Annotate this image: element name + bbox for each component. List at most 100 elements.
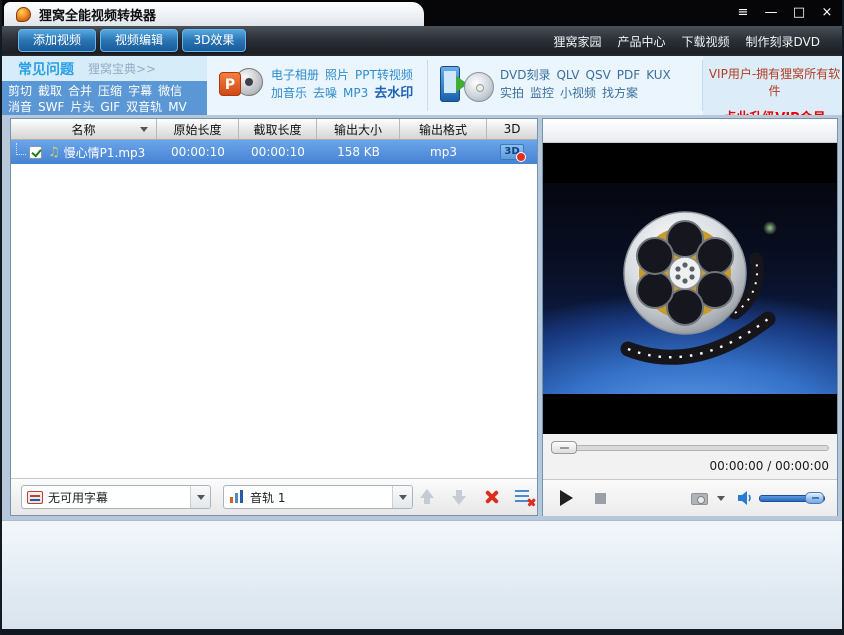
audio-track-select[interactable]: 音轨 1 [223, 485, 413, 509]
banner-link[interactable]: MP3 [343, 86, 368, 100]
preview-panel: 00:00:00 / 00:00:00 [542, 118, 838, 516]
faq-link[interactable]: 压缩 [98, 84, 122, 98]
col-3d[interactable]: 3D [487, 119, 537, 139]
col-trim-length[interactable]: 截取长度 [239, 119, 317, 139]
original-length-value: 00:00:10 [171, 145, 225, 159]
3d-disabled-icon[interactable]: 3D [500, 144, 526, 162]
table-row[interactable]: ♫ 慢心情P1.mp3 00:00:10 00:00:10 158 KB mp3… [11, 140, 537, 164]
banner-link[interactable]: 实拍 [500, 86, 524, 100]
faq-link[interactable]: 片头 [70, 100, 94, 114]
banner-link[interactable]: 照片 [325, 68, 349, 82]
vip-text: VIP用户-拥有狸窝所有软件 [708, 67, 841, 98]
promo-banner: 常见问题 狸窝宝典>> 剪切 截取 合并 压缩 字幕 微信 消音 SWF 片头 GIF 双音轨 MV… [2, 56, 842, 126]
output-format-value: mp3 [430, 145, 457, 159]
menu-link-products[interactable]: 产品中心 [617, 33, 665, 50]
subtitle-select[interactable]: 无可用字幕 [21, 485, 211, 509]
title-bar: 狸窝全能视频转换器 ≡ — □ × [2, 0, 842, 26]
banner-link[interactable]: KUX [646, 68, 671, 82]
faq-link[interactable]: MV [168, 100, 187, 114]
banner-link[interactable]: 监控 [530, 86, 554, 100]
tree-branch-icon [16, 143, 26, 155]
output-size-value: 158 KB [337, 145, 380, 159]
snapshot-dropdown-icon[interactable] [717, 496, 725, 501]
volume-icon[interactable] [737, 490, 755, 506]
video-edit-button[interactable]: 视频编辑 [100, 29, 178, 52]
delete-button[interactable] [483, 488, 501, 506]
close-button[interactable]: × [818, 4, 836, 21]
preview-top-bar [543, 119, 837, 143]
app-icon [16, 6, 31, 22]
file-list-panel: 名称 原始长度 截取长度 输出大小 输出格式 3D ♫ 慢心情P1.mp3 00… [10, 118, 538, 516]
faq-link[interactable]: 消音 [8, 100, 32, 114]
music-note-icon: ♫ [48, 144, 60, 160]
dvd-tools-section: DVD刻录 QLV QSV PDF KUX 实拍 监控 小视频 找方案 [428, 56, 702, 115]
banner-link[interactable]: QSV [586, 68, 611, 82]
preview-placeholder [543, 183, 837, 394]
3d-effect-button[interactable]: 3D效果 [182, 29, 246, 52]
volume-handle[interactable] [805, 492, 824, 504]
minimize-button[interactable]: — [762, 4, 780, 21]
faq-link[interactable]: 截取 [38, 84, 62, 98]
faq-link[interactable]: 双音轨 [126, 100, 162, 114]
file-name: 慢心情P1.mp3 [63, 145, 146, 160]
faq-more-link[interactable]: 狸窝宝典>> [88, 60, 156, 77]
stop-button[interactable] [595, 493, 606, 504]
menu-link-home[interactable]: 狸窝家园 [553, 33, 601, 50]
seek-slider[interactable] [552, 445, 829, 451]
table-header: 名称 原始长度 截取长度 输出大小 输出格式 3D [11, 119, 537, 140]
banner-link[interactable]: 去噪 [313, 86, 337, 100]
seek-handle[interactable] [551, 441, 577, 454]
window-bottom-border [2, 629, 842, 635]
trim-length-value: 00:00:10 [251, 145, 305, 159]
play-button[interactable] [560, 490, 573, 506]
clear-list-button[interactable] [515, 488, 535, 506]
faq-link[interactable]: 合并 [68, 84, 92, 98]
banner-link[interactable]: PPT转视频 [355, 68, 413, 82]
time-display: 00:00:00 / 00:00:00 [709, 459, 829, 473]
banner-link[interactable]: 加音乐 [271, 86, 307, 100]
banner-link[interactable]: DVD刻录 [500, 68, 550, 82]
move-up-button[interactable] [417, 487, 437, 507]
subtitle-icon [27, 490, 43, 504]
move-down-button[interactable] [449, 487, 469, 507]
menu-link-burn-dvd[interactable]: 制作刻录DVD [746, 33, 820, 50]
ppt-tools-section: P 电子相册 照片 PPT转视频 加音乐 去噪 MP3 去水印 [207, 56, 427, 115]
faq-link[interactable]: 剪切 [8, 84, 32, 98]
col-output-size[interactable]: 输出大小 [317, 119, 400, 139]
window-title: 狸窝全能视频转换器 [39, 8, 157, 24]
add-video-button[interactable]: 添加视频 [18, 29, 96, 52]
faq-link[interactable]: SWF [38, 100, 64, 114]
seek-zone: 00:00:00 / 00:00:00 [543, 434, 837, 479]
playback-controls [543, 479, 837, 516]
list-control-strip: 无可用字幕 音轨 1 [11, 478, 537, 515]
watermark-remove-link[interactable]: 去水印 [374, 86, 413, 101]
audio-track-dropdown-button[interactable] [392, 486, 412, 508]
banner-link[interactable]: PDF [617, 68, 640, 82]
audio-track-icon [229, 490, 245, 504]
banner-link[interactable]: 找方案 [602, 86, 638, 100]
col-original-length[interactable]: 原始长度 [157, 119, 239, 139]
banner-link[interactable]: QLV [556, 68, 579, 82]
col-output-format[interactable]: 输出格式 [400, 119, 487, 139]
snapshot-icon[interactable] [691, 493, 708, 505]
vip-section: VIP用户-拥有狸窝所有软件 点此升级VIP会员 [703, 56, 842, 126]
banner-link[interactable]: 电子相册 [271, 68, 319, 82]
dvd-converter-icon [440, 64, 494, 108]
banner-link[interactable]: 小视频 [560, 86, 596, 100]
title-tab: 狸窝全能视频转换器 [4, 2, 424, 26]
faq-link[interactable]: 微信 [158, 84, 182, 98]
maximize-button[interactable]: □ [790, 4, 808, 21]
faq-section: 常见问题 狸窝宝典>> 剪切 截取 合并 压缩 字幕 微信 消音 SWF 片头 GIF 双音轨 MV [2, 56, 207, 115]
window-menu-icon[interactable]: ≡ [734, 4, 752, 21]
col-name[interactable]: 名称 [11, 119, 157, 139]
settings-panel: 预置方案: ♪ MP3-MPEG Layer-3 Audio (*.mp3) 应… [2, 520, 842, 629]
ppt-converter-icon: P [219, 66, 265, 104]
film-reel-icon [620, 211, 776, 365]
sort-arrow-icon[interactable] [140, 127, 148, 132]
menu-link-download[interactable]: 下载视频 [682, 33, 730, 50]
row-checkbox[interactable] [29, 145, 42, 159]
faq-links: 剪切 截取 合并 压缩 字幕 微信 消音 SWF 片头 GIF 双音轨 MV [2, 81, 207, 115]
faq-link[interactable]: GIF [100, 100, 120, 114]
faq-link[interactable]: 字幕 [128, 84, 152, 98]
subtitle-dropdown-button[interactable] [190, 486, 210, 508]
